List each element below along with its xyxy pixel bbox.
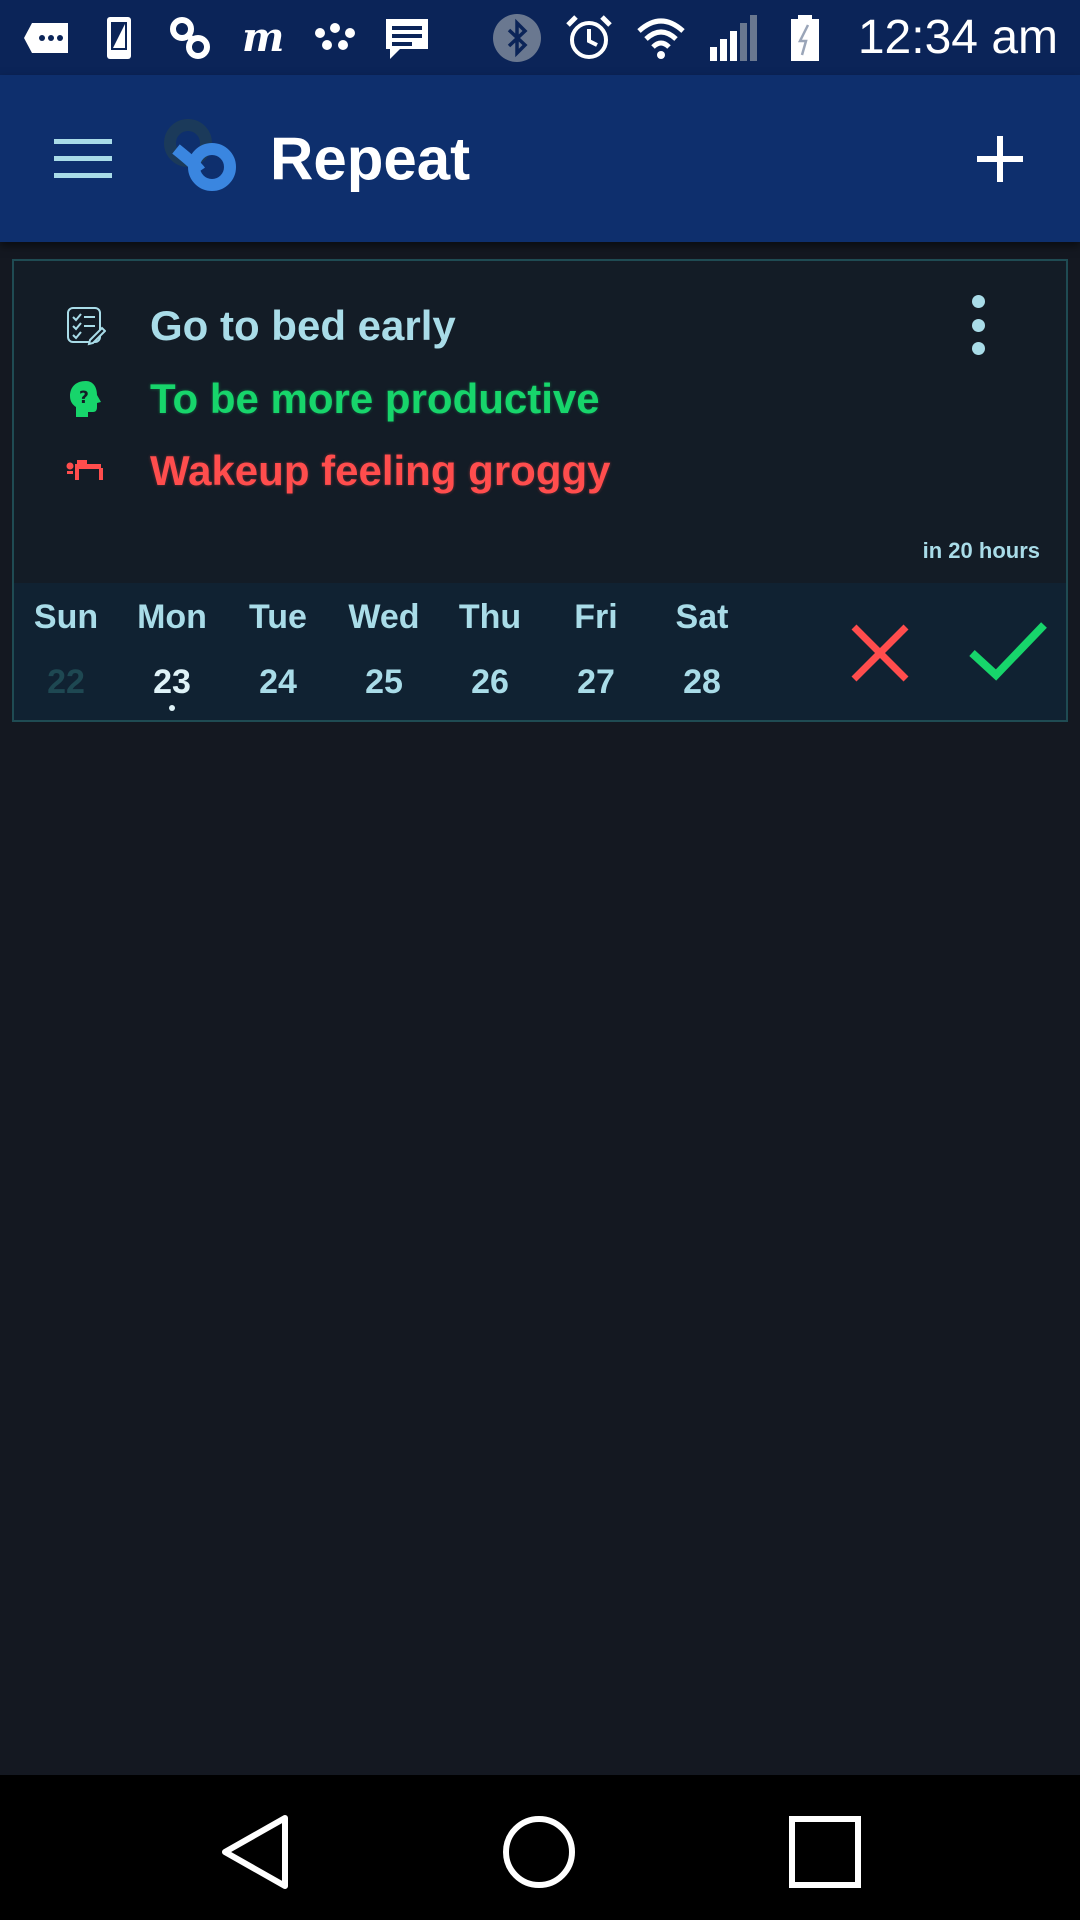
more-options-icon[interactable] [958,295,998,355]
navigation-bar [0,1775,1080,1920]
day-number: 26 [471,663,509,701]
day-number: 28 [683,663,721,701]
habit-title-row: Go to bed early [60,300,456,352]
checklist-icon [60,300,112,352]
recents-square-icon[interactable] [785,1812,865,1892]
home-circle-icon[interactable] [499,1812,579,1892]
back-triangle-icon[interactable] [215,1812,295,1892]
day-number: 24 [259,663,297,701]
signal-icon [708,13,758,63]
bed-icon [60,445,112,497]
day-name: Thu [458,598,522,636]
day-name: Mon [137,598,207,636]
day-number: 22 [47,663,85,701]
habit-title: Go to bed early [150,302,456,349]
day-number: 27 [577,663,615,701]
svg-text:m: m [242,14,284,61]
app-bar: Repeat [0,75,1080,242]
cross-icon[interactable] [840,613,920,693]
wifi-icon [636,13,686,63]
day-name: Tue [249,598,307,636]
due-label: in 20 hours [922,538,1040,563]
notification-icons: m [22,13,432,63]
day-name: Wed [348,598,420,636]
repeat-logo-icon [160,115,245,200]
habit-why: To be more productive [150,375,600,422]
habit-why-row: ? To be more productive [60,373,600,425]
battery-icon [780,13,830,63]
week-row: Sun 22 Mon 23 Tue 24 Wed 25 Thu 26 Fri 2… [14,583,1066,720]
app-title: Repeat [270,125,471,192]
day-number: 25 [365,663,403,701]
messages-icon [22,13,72,63]
habit-consequence: Wakeup feeling groggy [150,447,611,494]
day-name: Sun [33,598,99,636]
day-number: 23 [153,663,191,701]
day-name: Sat [675,598,729,636]
status-time: 12:34 am [857,11,1058,64]
bluetooth-icon [492,13,542,63]
m-app-icon: m [238,13,288,63]
status-bar: m 12:34 am [0,0,1080,75]
today-indicator [169,705,175,711]
day-name: Fri [574,598,618,636]
alarm-icon [564,13,614,63]
link-icon [166,13,216,63]
question-head-icon: ? [60,373,112,425]
dots-app-icon [310,13,360,63]
habit-consequence-row: Wakeup feeling groggy [60,445,610,497]
plus-icon[interactable] [960,119,1040,199]
chat-icon [382,13,432,63]
system-icons: 12:34 am [492,10,1058,65]
svg-text:?: ? [79,388,89,408]
hamburger-menu-icon[interactable] [50,125,118,193]
check-icon[interactable] [964,611,1054,691]
phone-icon [94,13,144,63]
